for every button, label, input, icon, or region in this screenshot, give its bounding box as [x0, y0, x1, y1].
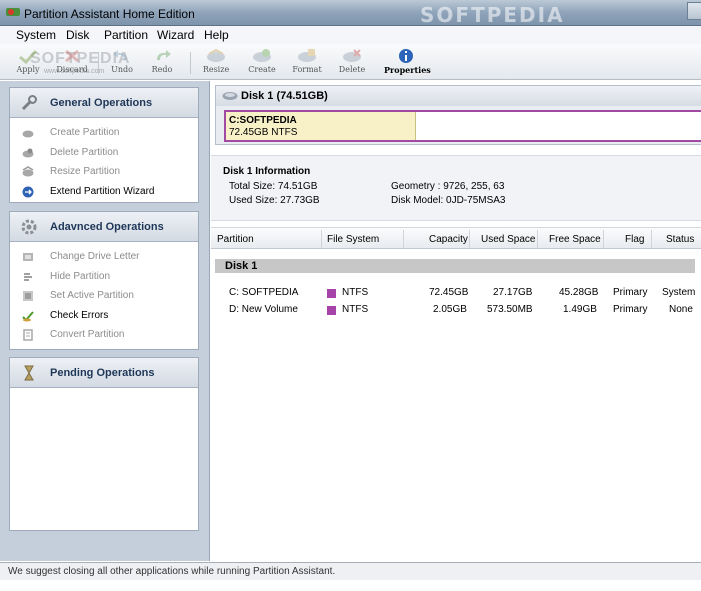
menu-bar: System Disk Partition Wizard Help	[0, 26, 701, 44]
advanced-operations-panel: Adavnced Operations Change Drive Letter …	[9, 211, 199, 350]
disk-info-title: Disk 1 Information	[223, 166, 311, 177]
disk-group-row[interactable]: Disk 1	[215, 259, 695, 273]
total-size: Total Size: 74.51GB	[229, 181, 318, 192]
delete-icon	[343, 49, 361, 62]
menu-wizard[interactable]: Wizard	[157, 28, 194, 42]
geometry: Geometry : 9726, 255, 63	[391, 181, 505, 192]
delete-button[interactable]: Delete	[330, 48, 374, 78]
pending-operations-panel: Pending Operations	[9, 357, 199, 531]
general-operations-panel: General Operations Create Partition Dele…	[9, 87, 199, 203]
menu-disk[interactable]: Disk	[66, 28, 89, 42]
redo-icon	[157, 50, 171, 60]
delete-partition-icon	[22, 148, 34, 157]
disk-map-bar: C:SOFTPEDIA 72.45GB NTFS	[224, 110, 701, 142]
status-text: We suggest closing all other application…	[8, 566, 336, 577]
apply-icon	[19, 49, 38, 64]
operations-sidebar: General Operations Create Partition Dele…	[0, 81, 210, 561]
format-button[interactable]: Format	[285, 48, 329, 78]
wrench-icon	[21, 95, 37, 111]
op-delete-partition[interactable]: Delete Partition	[10, 143, 198, 163]
used-size: Used Size: 27.73GB	[229, 195, 320, 206]
op-extend-partition-wizard[interactable]: Extend Partition Wizard	[10, 182, 198, 202]
op-create-partition[interactable]: Create Partition	[10, 123, 198, 143]
col-capacity[interactable]: Capacity	[429, 234, 468, 245]
col-file-system[interactable]: File System	[327, 234, 379, 245]
properties-icon	[399, 49, 413, 63]
create-button[interactable]: Create	[240, 48, 284, 78]
table-header: Partition File System Capacity Used Spac…	[211, 227, 701, 249]
undo-icon	[113, 50, 127, 60]
general-operations-header[interactable]: General Operations	[10, 88, 198, 118]
hourglass-icon	[24, 365, 34, 381]
menu-help[interactable]: Help	[204, 28, 229, 42]
undo-button[interactable]: Undo	[100, 48, 144, 78]
toolbar: SOFTPEDIA www.softpedia.com Apply Discar…	[0, 44, 701, 80]
col-flag[interactable]: Flag	[625, 234, 644, 245]
convert-partition-icon	[23, 329, 33, 341]
discard-button[interactable]: Discard	[50, 48, 94, 78]
resize-button[interactable]: Resize	[194, 48, 238, 78]
apply-button[interactable]: Apply	[6, 48, 50, 78]
disk-model: Disk Model: 0JD-75MSA3	[391, 195, 506, 206]
table-row[interactable]: C: SOFTPEDIA NTFS 72.45GB 27.17GB 45.28G…	[211, 285, 701, 301]
set-active-icon	[23, 291, 33, 301]
col-free-space[interactable]: Free Space	[549, 234, 601, 245]
menu-system[interactable]: System	[16, 28, 56, 42]
hard-disk-icon	[222, 92, 238, 100]
app-icon	[6, 8, 20, 16]
disk-info-panel: Disk 1 Information Total Size: 74.51GB U…	[211, 155, 701, 221]
hide-partition-icon	[24, 272, 32, 281]
pending-operations-header[interactable]: Pending Operations	[10, 358, 198, 388]
op-set-active-partition[interactable]: Set Active Partition	[10, 286, 198, 306]
disk-map-header: Disk 1 (74.51GB)	[216, 86, 701, 106]
op-check-errors[interactable]: Check Errors	[10, 306, 198, 326]
drive-letter-icon	[23, 253, 33, 261]
window-title: Partition Assistant Home Edition	[24, 7, 195, 21]
title-bar: Partition Assistant Home Edition SOFTPED…	[0, 0, 701, 27]
window-bottom-edge	[0, 580, 701, 591]
create-partition-icon	[22, 130, 34, 138]
properties-button[interactable]: Properties	[384, 48, 431, 78]
col-status[interactable]: Status	[666, 234, 694, 245]
disk-map-panel: Disk 1 (74.51GB) C:SOFTPEDIA 72.45GB NTF…	[215, 85, 701, 145]
resize-icon	[207, 48, 225, 62]
redo-button[interactable]: Redo	[140, 48, 184, 78]
op-convert-partition[interactable]: Convert Partition	[10, 325, 198, 345]
op-change-drive-letter[interactable]: Change Drive Letter	[10, 247, 198, 267]
ntfs-color-swatch	[327, 289, 336, 298]
title-watermark: SOFTPEDIA	[420, 3, 565, 27]
minimize-button[interactable]	[687, 2, 701, 20]
status-bar: We suggest closing all other application…	[0, 562, 701, 580]
op-hide-partition[interactable]: Hide Partition	[10, 267, 198, 287]
extend-wizard-icon	[22, 186, 34, 197]
check-errors-icon	[22, 310, 34, 321]
table-row[interactable]: D: New Volume NTFS 2.05GB 573.50MB 1.49G…	[211, 302, 701, 318]
format-icon	[298, 49, 316, 62]
menu-partition[interactable]: Partition	[104, 28, 148, 42]
main-content: Disk 1 (74.51GB) C:SOFTPEDIA 72.45GB NTF…	[211, 81, 701, 561]
resize-partition-icon	[22, 166, 34, 177]
partition-block-c[interactable]: C:SOFTPEDIA 72.45GB NTFS	[226, 112, 416, 140]
create-icon	[253, 49, 271, 62]
op-resize-partition[interactable]: Resize Partition	[10, 162, 198, 182]
ntfs-color-swatch	[327, 306, 336, 315]
toolbar-separator	[190, 52, 191, 74]
toolbar-separator	[98, 52, 99, 74]
discard-icon	[65, 49, 79, 63]
advanced-operations-header[interactable]: Adavnced Operations	[10, 212, 198, 242]
col-used-space[interactable]: Used Space	[481, 234, 535, 245]
col-partition[interactable]: Partition	[217, 234, 254, 245]
gear-icon	[21, 219, 37, 235]
partition-table: Partition File System Capacity Used Spac…	[211, 227, 701, 315]
